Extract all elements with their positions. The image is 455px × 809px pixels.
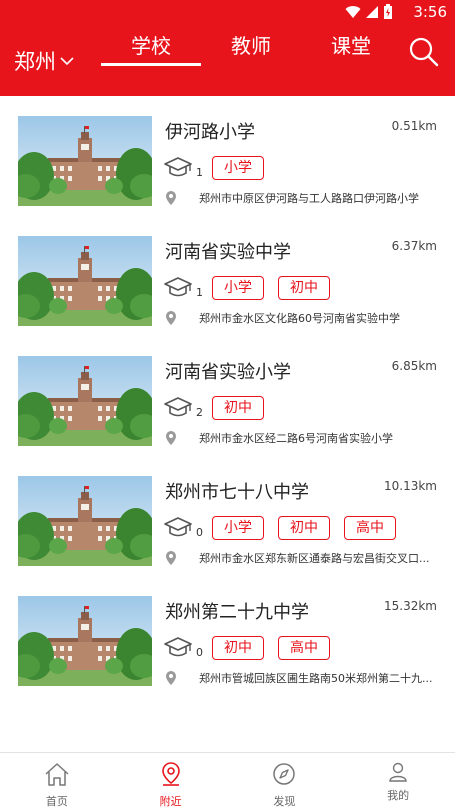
home-icon — [45, 763, 69, 786]
school-address: 郑州市金水区经二路6号河南省实验小学 — [199, 432, 393, 445]
user-icon — [389, 762, 407, 782]
school-name: 郑州第二十九中学 — [165, 602, 309, 623]
school-card[interactable]: 河南省实验中学 6.37km 1 小学 初中 郑州市金水区文化路60号河南省实验… — [0, 216, 455, 336]
level-tag: 小学 — [212, 516, 264, 540]
school-photo — [18, 236, 152, 326]
teacher-count: 1 — [196, 285, 203, 299]
school-name: 伊河路小学 — [165, 122, 255, 143]
school-distance: 0.51km — [391, 119, 437, 133]
tab-classroom[interactable]: 课堂 — [301, 30, 401, 59]
level-tag: 高中 — [278, 636, 330, 660]
school-card[interactable]: 河南省实验小学 6.85km 2 初中 郑州市金水区经二路6号河南省实验小学 — [0, 336, 455, 456]
search-button[interactable] — [408, 36, 440, 68]
school-info-row: 0 初中 高中 — [163, 634, 344, 662]
signal-icon — [366, 6, 378, 18]
school-photo — [18, 116, 152, 206]
location-pin-icon — [165, 311, 177, 325]
nav-home[interactable]: 首页 — [0, 753, 114, 809]
school-address-row: 郑州市金水区经二路6号河南省实验小学 — [165, 430, 437, 446]
school-address: 郑州市管城回族区圃生路南50米郑州第二十九... — [199, 672, 433, 685]
graduation-cap-icon — [163, 636, 193, 660]
nav-label: 首页 — [45, 795, 68, 808]
school-card[interactable]: 郑州第二十九中学 15.32km 0 初中 高中 郑州市管城回族区圃生路南50米… — [0, 576, 455, 696]
location-pin-icon — [165, 191, 177, 205]
tab-label: 学校 — [131, 34, 171, 58]
graduation-cap-icon — [163, 276, 193, 300]
school-name: 河南省实验小学 — [165, 362, 291, 383]
school-name: 郑州市七十八中学 — [165, 482, 309, 503]
location-pin-icon — [165, 671, 177, 685]
tab-teacher[interactable]: 教师 — [201, 30, 301, 59]
wifi-icon — [345, 6, 361, 19]
school-photo — [18, 596, 152, 686]
school-address-row: 郑州市中原区伊河路与工人路路口伊河路小学 — [165, 190, 437, 206]
school-distance: 10.13km — [384, 479, 437, 493]
nav-mine[interactable]: 我的 — [341, 753, 455, 809]
school-card[interactable]: 郑州市七十八中学 10.13km 0 小学 初中 高中 郑州市金水区郑东新区通泰… — [0, 456, 455, 576]
school-address-row: 郑州市金水区文化路60号河南省实验中学 — [165, 310, 437, 326]
city-label: 郑州 — [14, 50, 56, 74]
location-pin-icon — [165, 431, 177, 445]
school-distance: 6.85km — [391, 359, 437, 373]
level-tag: 初中 — [278, 516, 330, 540]
chevron-down-icon — [60, 57, 74, 66]
school-photo — [18, 356, 152, 446]
teacher-count: 1 — [196, 165, 203, 179]
graduation-cap-icon — [163, 516, 193, 540]
school-name: 河南省实验中学 — [165, 242, 291, 263]
school-address: 郑州市金水区郑东新区通泰路与宏昌街交叉口... — [199, 552, 430, 565]
tab-label: 课堂 — [331, 34, 371, 58]
tab-label: 教师 — [231, 34, 271, 58]
school-info-row: 2 初中 — [163, 394, 278, 422]
location-icon — [161, 762, 180, 786]
search-icon — [409, 37, 439, 67]
school-address-row: 郑州市金水区郑东新区通泰路与宏昌街交叉口... — [165, 550, 437, 566]
school-info-row: 1 小学 — [163, 154, 278, 182]
school-address-row: 郑州市管城回族区圃生路南50米郑州第二十九... — [165, 670, 437, 686]
level-tag: 小学 — [212, 156, 264, 180]
level-tag: 小学 — [212, 276, 264, 300]
school-info-row: 1 小学 初中 — [163, 274, 344, 302]
teacher-count: 0 — [196, 525, 203, 539]
status-time: 3:56 — [413, 3, 447, 21]
tab-school[interactable]: 学校 — [101, 30, 201, 66]
graduation-cap-icon — [163, 396, 193, 420]
top-header: 郑州 学校 教师 课堂 — [0, 24, 455, 96]
school-distance: 15.32km — [384, 599, 437, 613]
school-list: 伊河路小学 0.51km 1 小学 郑州市中原区伊河路与工人路路口伊河路小学 河… — [0, 96, 455, 696]
status-icons — [345, 4, 393, 20]
bottom-nav: 首页 附近 发现 我的 — [0, 752, 455, 809]
level-tag: 高中 — [344, 516, 396, 540]
battery-icon — [384, 4, 392, 19]
nav-label: 我的 — [387, 789, 410, 802]
city-selector[interactable]: 郑州 — [14, 46, 74, 76]
nav-discover[interactable]: 发现 — [228, 753, 342, 809]
level-tag: 初中 — [212, 636, 264, 660]
teacher-count: 2 — [196, 405, 203, 419]
level-tag: 初中 — [278, 276, 330, 300]
school-card[interactable]: 伊河路小学 0.51km 1 小学 郑州市中原区伊河路与工人路路口伊河路小学 — [0, 96, 455, 216]
nav-label: 附近 — [159, 795, 182, 808]
school-info-row: 0 小学 初中 高中 — [163, 514, 410, 542]
graduation-cap-icon — [163, 156, 193, 180]
school-photo — [18, 476, 152, 566]
nav-nearby[interactable]: 附近 — [114, 753, 228, 809]
school-address: 郑州市中原区伊河路与工人路路口伊河路小学 — [199, 192, 419, 205]
nav-label: 发现 — [273, 795, 296, 808]
school-address: 郑州市金水区文化路60号河南省实验中学 — [199, 312, 400, 325]
teacher-count: 0 — [196, 645, 203, 659]
status-bar: 3:56 — [0, 0, 455, 24]
school-distance: 6.37km — [391, 239, 437, 253]
location-pin-icon — [165, 551, 177, 565]
compass-icon — [273, 763, 296, 785]
level-tag: 初中 — [212, 396, 264, 420]
